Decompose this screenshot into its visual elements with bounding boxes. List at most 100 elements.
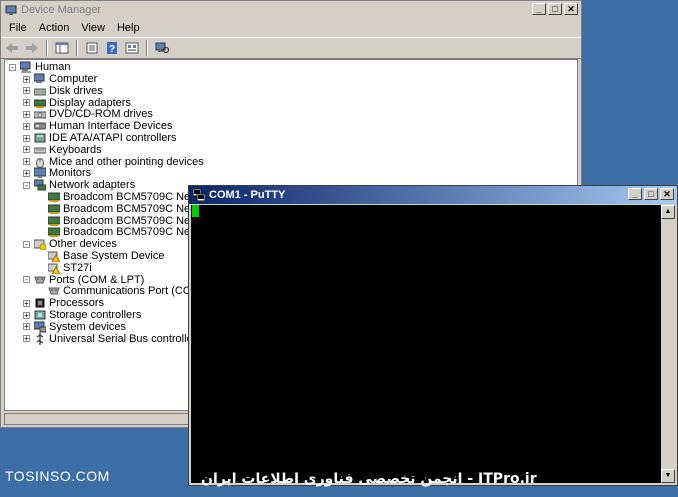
putty-window[interactable]: COM1 - PuTTY _ □ ✕ ITPro.ir - انجمن تخصص… [188,185,678,487]
tree-node[interactable]: + Human Interface Devices [23,120,173,132]
brand-watermark: TOSINSO.COM [5,468,110,484]
svg-text:?: ? [109,44,115,54]
tree-node-label: System devices [49,320,127,333]
tree-node-label: Display adapters [49,96,131,109]
terminal-cursor [192,205,199,217]
minimize-button[interactable]: _ [532,3,546,15]
maximize-icon: □ [648,188,654,199]
tree-node[interactable]: + IDE ATA/ATAPI controllers [23,132,177,144]
port-icon [48,285,60,297]
scroll-down-button[interactable]: ▼ [661,469,675,483]
dvd-drive-icon [33,108,47,120]
ide-controller-icon [34,132,46,144]
menu-bar: File Action View Help [1,19,581,37]
down-arrow-icon: ▼ [664,472,672,479]
view-button[interactable] [123,40,141,56]
tree-node-label: Processors [49,297,105,310]
forward-arrow-icon [26,43,38,53]
collapse-icon[interactable]: - [23,240,30,248]
expand-icon[interactable]: + [23,134,30,142]
tree-node[interactable]: + Mice and other pointing devices [23,156,204,168]
tree-node[interactable]: ST27i [37,261,92,275]
expand-icon[interactable]: + [23,311,30,319]
properties-button[interactable] [83,40,101,56]
keyboard-icon [33,144,47,156]
network-card-icon [47,226,61,238]
tree-node[interactable]: + Keyboards [23,144,102,156]
expand-icon[interactable]: + [23,335,30,343]
console-tree-icon [55,42,69,54]
putty-maximize-button[interactable]: □ [644,188,658,200]
tree-node-label: Other devices [49,238,117,251]
menu-help[interactable]: Help [111,22,146,34]
device-manager-title: Device Manager [21,4,102,16]
minimize-icon: _ [536,3,542,14]
back-button[interactable] [3,40,21,56]
scan-hardware-button[interactable] [153,40,171,56]
menu-action[interactable]: Action [33,22,76,34]
maximize-icon: □ [552,3,558,14]
tree-node[interactable]: - Other devices [23,238,117,251]
expand-icon[interactable]: + [23,323,30,331]
tree-root[interactable]: - Human [9,61,70,73]
scan-hardware-icon [155,42,169,54]
tree-node[interactable]: + Monitors [23,167,91,179]
scroll-up-button[interactable]: ▲ [661,205,675,219]
collapse-icon[interactable]: - [9,63,16,71]
tree-node[interactable]: + Processors [23,297,104,309]
tree-root-label: Human [35,61,71,73]
terminal-area[interactable]: ITPro.ir - انجمن تخصصی فناوری اطلاعات ای… [191,205,661,487]
tree-node-label: Human Interface Devices [49,120,173,133]
up-arrow-icon: ▲ [664,208,672,215]
tree-node[interactable]: + Storage controllers [23,309,141,321]
expand-icon[interactable]: + [23,299,30,307]
help-icon: ? [107,42,117,54]
expand-icon[interactable]: + [23,75,30,83]
putty-titlebar[interactable]: COM1 - PuTTY _ □ ✕ [189,186,677,204]
expand-icon[interactable]: + [23,122,30,130]
tree-node[interactable]: + Display adapters [23,97,131,109]
tree-node[interactable]: - Ports (COM & LPT) [23,274,144,286]
help-button[interactable]: ? [103,40,121,56]
putty-icon [192,188,206,202]
putty-minimize-button[interactable]: _ [628,188,642,200]
expand-icon[interactable]: + [23,110,30,118]
expand-icon[interactable]: + [23,169,30,177]
processor-icon [34,297,46,309]
expand-icon[interactable]: + [23,158,30,166]
maximize-button[interactable]: □ [548,3,562,15]
device-manager-titlebar[interactable]: Device Manager _ □ ✕ [1,1,581,19]
tree-node-label: Universal Serial Bus controllers [49,332,202,345]
putty-close-button[interactable]: ✕ [660,188,674,200]
expand-icon[interactable]: + [23,99,30,107]
menu-view[interactable]: View [75,22,111,34]
expand-icon[interactable]: + [23,87,30,95]
tree-node[interactable]: Communications Port (COM1) [37,285,210,297]
forward-button[interactable] [23,40,41,56]
tree-node[interactable]: - Network adapters [23,179,135,191]
close-button[interactable]: ✕ [564,3,578,15]
network-card-icon [47,203,61,215]
expand-icon[interactable]: + [23,146,30,154]
tree-node-label: IDE ATA/ATAPI controllers [49,132,177,144]
tree-node[interactable]: + Computer [23,73,97,85]
menu-file[interactable]: File [3,22,33,34]
vertical-scrollbar[interactable]: ▲ ▼ [661,205,675,483]
tree-node[interactable]: + Universal Serial Bus controllers [23,332,202,345]
storage-controller-icon [34,309,46,321]
console-tree-button[interactable] [53,40,71,56]
tree-node-label: Base System Device [63,250,165,262]
tree-node[interactable]: + System devices [23,321,126,333]
unknown-device-icon [33,238,47,251]
tree-node[interactable]: + DVD/CD-ROM drives [23,108,153,120]
device-manager-icon [5,4,17,16]
tree-node-label: ST27i [63,261,92,274]
tree-node[interactable]: Base System Device [37,250,165,263]
back-arrow-icon [6,43,18,53]
tree-node[interactable]: + Disk drives [23,85,103,97]
properties-icon [86,42,98,54]
collapse-icon[interactable]: - [23,276,30,284]
network-card-icon [47,215,61,227]
network-adapter-icon [33,179,47,191]
collapse-icon[interactable]: - [23,181,30,189]
